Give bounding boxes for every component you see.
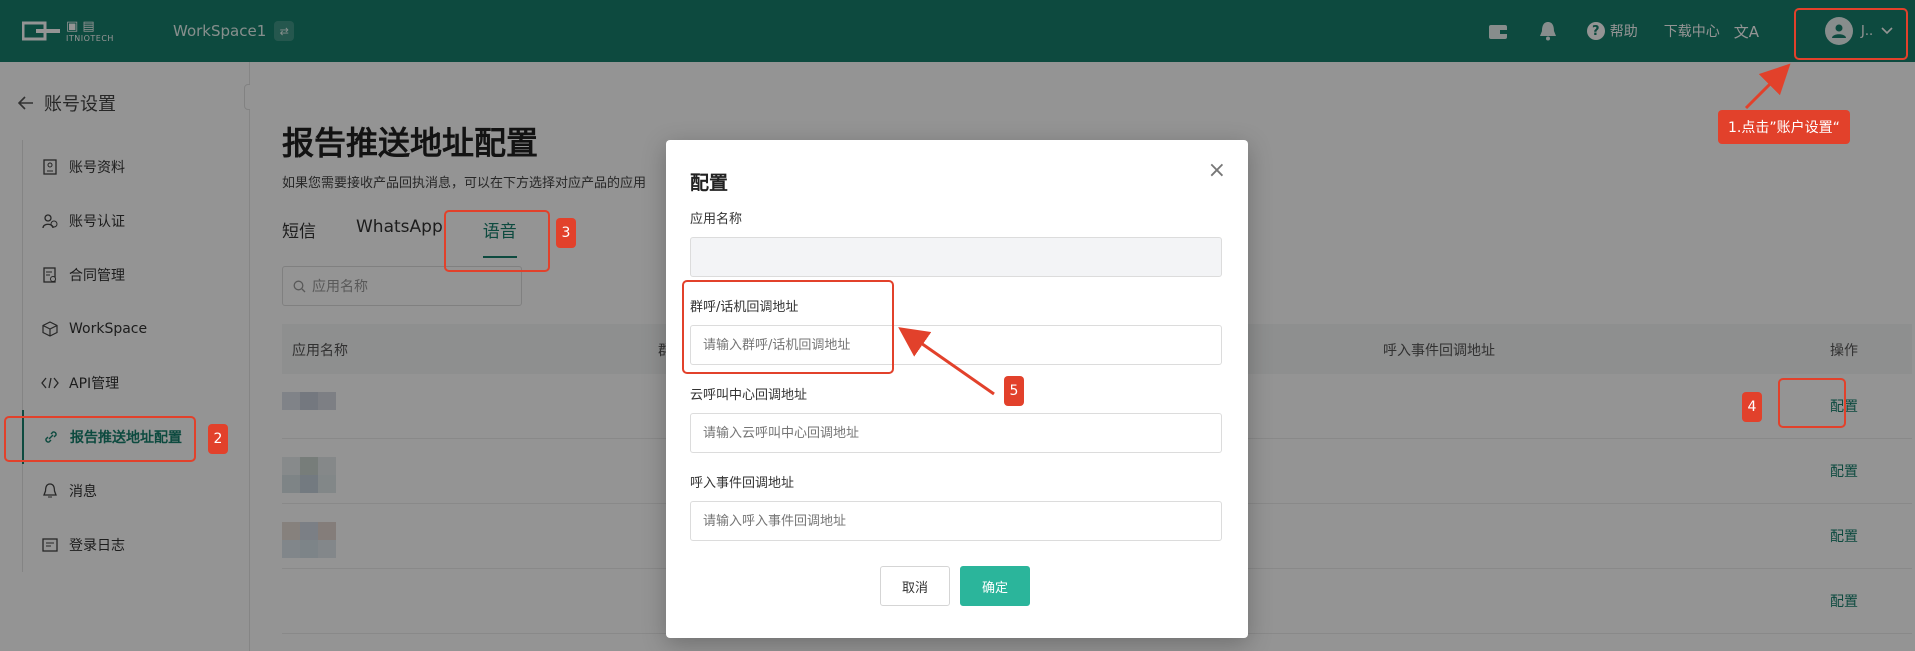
cancel-button[interactable]: 取消 — [880, 566, 950, 606]
app-name-field — [690, 237, 1222, 277]
confirm-button[interactable]: 确定 — [960, 566, 1030, 606]
app-name-label: 应用名称 — [690, 212, 743, 227]
annotation-number-3: 3 — [556, 218, 576, 248]
annotation-box-sidebar-item — [4, 416, 196, 462]
inbound-event-callback-input[interactable] — [690, 501, 1222, 541]
cloud-call-center-callback-input[interactable] — [690, 413, 1222, 453]
annotation-number-5: 5 — [1004, 376, 1024, 406]
annotation-box-group-call-field — [682, 280, 894, 374]
dialog-title: 配置 — [690, 172, 729, 194]
annotation-number-4: 4 — [1742, 392, 1762, 422]
annotation-note-1: 1.点击”账户设置“ — [1718, 110, 1850, 144]
inbound-event-label: 呼入事件回调地址 — [690, 476, 795, 491]
annotation-box-voice-tab — [444, 210, 550, 272]
annotation-number-2: 2 — [208, 424, 228, 454]
annotation-box-user-menu — [1794, 8, 1908, 60]
config-dialog: 配置 × 应用名称 群呼/话机回调地址 云呼叫中心回调地址 呼入事件回调地址 取… — [666, 140, 1248, 638]
cloud-call-label: 云呼叫中心回调地址 — [690, 388, 808, 403]
close-icon[interactable]: × — [1208, 158, 1226, 183]
annotation-box-config-link — [1778, 378, 1846, 428]
app-root: ▣ ▤ ITNIOTECH WorkSpace1 ⇄ ? 帮助 下载中心 文A … — [0, 0, 1915, 651]
